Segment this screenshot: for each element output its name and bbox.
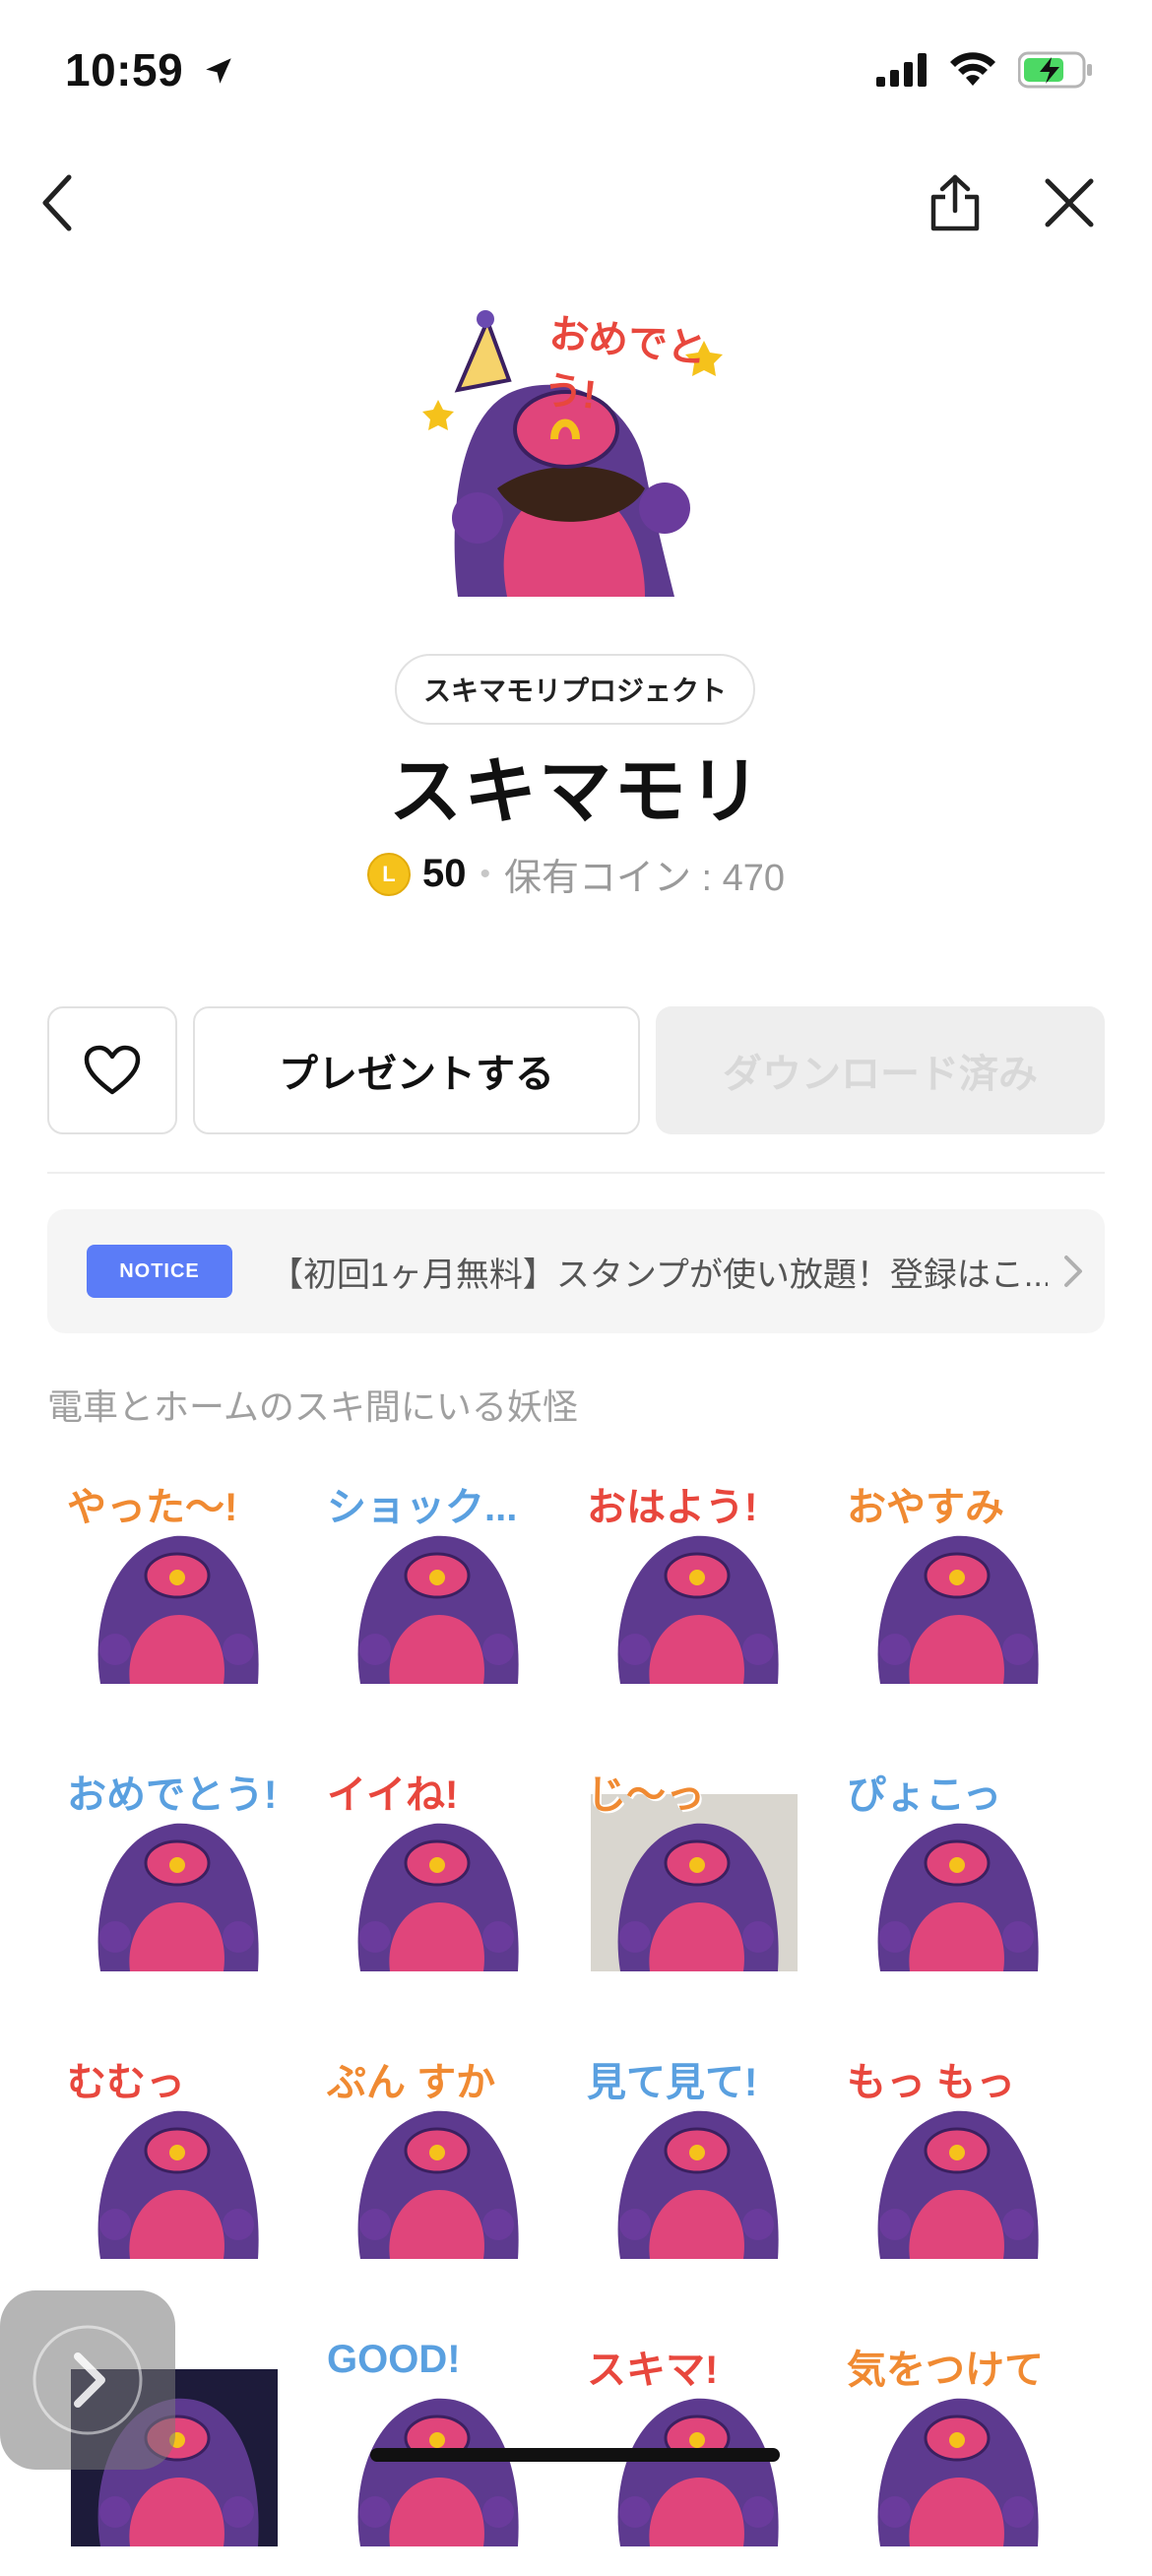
close-icon bbox=[1045, 178, 1094, 227]
sticker-caption: おはよう! bbox=[587, 1486, 758, 1529]
sticker-caption: むむっ bbox=[67, 2061, 185, 2104]
sticker-caption: イイね! bbox=[327, 1773, 459, 1817]
sticker-item[interactable]: やった〜! bbox=[47, 1457, 303, 1713]
share-icon bbox=[930, 174, 980, 231]
sticker-caption: 見て見て! bbox=[587, 2061, 758, 2104]
sticker-caption: 気をつけて bbox=[847, 2349, 1044, 2392]
sticker-item[interactable]: おはよう! bbox=[567, 1457, 823, 1713]
sticker-caption: ぷん すか bbox=[327, 2061, 496, 2104]
sticker-caption: もっ もっ bbox=[847, 2061, 1016, 2104]
home-indicator bbox=[370, 2448, 780, 2462]
price-row: L 50 • 保有コイン : 470 bbox=[0, 847, 1152, 901]
sticker-item[interactable]: ぴょこっ bbox=[827, 1745, 1083, 2001]
location-arrow-icon bbox=[206, 58, 232, 84]
sticker-caption: GOOD! bbox=[327, 2338, 461, 2381]
play-icon bbox=[32, 2325, 143, 2435]
sticker-item[interactable]: ショック... bbox=[307, 1457, 563, 1713]
sticker-item[interactable]: もっ もっ bbox=[827, 2032, 1083, 2288]
sticker-item[interactable]: じ〜っ bbox=[567, 1745, 823, 2001]
sticker-caption: スキマ! bbox=[587, 2349, 719, 2392]
page-title: スキマモリ bbox=[389, 750, 763, 832]
wifi-icon bbox=[950, 52, 995, 86]
separator-dot: • bbox=[480, 857, 490, 890]
present-button[interactable]: プレゼントする bbox=[193, 1006, 640, 1134]
heart-icon bbox=[84, 1045, 141, 1095]
chevron-right-icon bbox=[1064, 1256, 1082, 1287]
sticker-caption: ショック... bbox=[327, 1486, 518, 1529]
sticker-caption: やった〜! bbox=[67, 1486, 238, 1529]
status-time: 10:59 bbox=[65, 43, 235, 97]
sticker-item[interactable]: 気をつけて bbox=[827, 2320, 1083, 2576]
downloaded-button: ダウンロード済み bbox=[656, 1006, 1105, 1134]
notice-badge: NOTICE bbox=[87, 1245, 232, 1298]
sticker-caption: ぴょこっ bbox=[847, 1773, 1002, 1817]
status-indicators bbox=[876, 51, 1093, 89]
favorite-button[interactable] bbox=[47, 1006, 177, 1134]
sticker-description: 電車とホームのスキ間にいる妖怪 bbox=[47, 1386, 578, 1427]
share-button[interactable] bbox=[916, 163, 994, 242]
divider bbox=[47, 1172, 1105, 1174]
back-button[interactable] bbox=[20, 163, 98, 242]
price-value: 50 bbox=[421, 852, 467, 895]
sticker-item[interactable]: ぷん すか bbox=[307, 2032, 563, 2288]
close-button[interactable] bbox=[1030, 163, 1109, 242]
notice-text: 【初回1ヶ月無料】スタンプが使い放題！登録はこ... bbox=[270, 1256, 1048, 1294]
sticker-caption: じ〜っ bbox=[587, 1773, 705, 1817]
hero-caption: おめでとう! bbox=[541, 311, 709, 418]
assistive-touch-button[interactable] bbox=[0, 2290, 175, 2470]
sticker-item[interactable]: おやすみ bbox=[827, 1457, 1083, 1713]
back-icon bbox=[42, 174, 72, 231]
sticker-item[interactable]: 見て見て! bbox=[567, 2032, 823, 2288]
coin-icon: L bbox=[366, 852, 411, 896]
sticker-caption: おやすみ bbox=[847, 1486, 1004, 1529]
sticker-item[interactable]: おめでとう! bbox=[47, 1745, 303, 2001]
sticker-caption: おめでとう! bbox=[67, 1773, 278, 1817]
owned-coins: 保有コイン : 470 bbox=[503, 858, 786, 899]
notice-banner[interactable]: NOTICE 【初回1ヶ月無料】スタンプが使い放題！登録はこ... bbox=[47, 1209, 1105, 1333]
battery-icon bbox=[1018, 51, 1092, 89]
signal-icon bbox=[876, 53, 927, 87]
author-link[interactable]: スキマモリプロジェクト bbox=[395, 654, 755, 725]
sticker-item[interactable]: むむっ bbox=[47, 2032, 303, 2288]
main-sticker-image: おめでとう! bbox=[418, 301, 743, 597]
sticker-item[interactable]: イイね! bbox=[307, 1745, 563, 2001]
